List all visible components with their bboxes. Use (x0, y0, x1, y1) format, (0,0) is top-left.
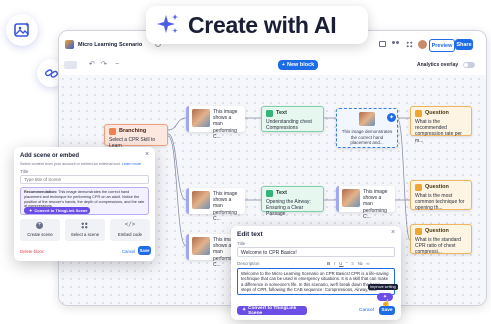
code-icon: </> (124, 221, 136, 228)
sparkle-icon (157, 14, 178, 33)
convert-scene-label: Convert to ThingLink Scene (34, 208, 88, 213)
text-card-title: Text (276, 110, 287, 116)
text-card-body: Understanding chest Compressions (266, 119, 312, 132)
add-scene-save-button[interactable]: Save (138, 246, 151, 255)
headline-banner: Create with AI (146, 6, 368, 44)
edit-title-label: Title (237, 241, 246, 246)
plus-circle-icon: + (36, 222, 43, 229)
branching-title: Branching (119, 128, 147, 134)
add-scene-title-label: Title (20, 169, 29, 174)
text-card-body: Opening the Airway: Ensuring a Clear Pas… (266, 199, 311, 218)
convert-sparkle-icon: ✦ (242, 308, 247, 313)
link-icon[interactable]: ∞ (366, 261, 370, 266)
edit-text-close-icon[interactable]: × (391, 229, 395, 236)
connector-10 (397, 119, 411, 241)
dashed-card-thumb (359, 112, 375, 126)
delete-block-link[interactable]: Delete block (20, 249, 44, 254)
image-card-text: This image shows a man performing C... (213, 191, 238, 222)
quote-icon[interactable]: “ (346, 261, 349, 266)
text-icon (266, 190, 273, 197)
image-thumbnail (192, 109, 210, 127)
connector-3 (167, 135, 187, 247)
image-card-text: This image shows a man performing C... (213, 109, 238, 140)
edit-title-input[interactable]: Welcome to CPR Basics! (237, 247, 395, 257)
text-icon (266, 110, 273, 117)
option-embed-code[interactable]: </> Embed code (110, 219, 150, 241)
option-label: Embed code (117, 232, 143, 237)
question-icon (415, 228, 422, 235)
convert-scene-button[interactable]: ✦ Convert to ThingLink Scene (24, 207, 90, 214)
description-textarea[interactable]: Welcome to the Micro Learning Scenario o… (237, 268, 395, 295)
recommendation-label: Recommendation: (24, 190, 58, 194)
question-title: Question (425, 110, 449, 116)
text-card-1[interactable]: Text Understanding chest Compressions (261, 106, 324, 132)
question-card-2[interactable]: Question What is the most common techniq… (410, 180, 472, 212)
ai-sparkle-badge[interactable]: ✦ (387, 113, 396, 122)
option-create-scene[interactable]: + Create scene (20, 219, 60, 241)
image-thumbnail (342, 189, 360, 207)
image-card-1[interactable]: This image shows a man performing C... (186, 106, 245, 140)
question-body: What is the recommended compression rate… (415, 119, 462, 144)
edit-text-panel: Edit text × Title Welcome to CPR Basics!… (231, 226, 401, 320)
list-icon[interactable]: ≡ (351, 261, 355, 266)
underline-icon[interactable]: U (339, 261, 344, 266)
format-toolbar: B I U “ ≡ № ∞ (327, 261, 371, 266)
branching-card[interactable]: Branching Select a CPR Skill to Learn (104, 124, 168, 149)
image-card-2[interactable]: This image shows a man performing C... (186, 188, 245, 222)
edit-convert-button[interactable]: ✦ Convert to ThingLink Scene (237, 305, 307, 316)
image-thumbnail (192, 237, 210, 255)
image-card-4[interactable]: This image shows a man performing C... (336, 186, 395, 220)
edit-convert-label: Convert to ThingLink Scene (248, 305, 297, 316)
convert-sparkle-icon: ✦ (29, 208, 33, 213)
question-body: What is the standard CPR ratio of chest … (415, 237, 461, 256)
option-label: Create scene (27, 232, 53, 237)
description-label: Description (237, 261, 260, 266)
option-label: Select a scene (70, 232, 100, 237)
edit-cancel-button[interactable]: Cancel (359, 308, 374, 313)
add-scene-subtitle: Select content from your account or embe… (20, 162, 150, 166)
image-card-text: This image shows a man performing C... (363, 189, 388, 220)
question-body: What is the most common technique for op… (415, 193, 465, 212)
dashed-card-text: This image demonstrates the correct hand… (341, 129, 393, 145)
option-select-scene[interactable]: Select a scene (65, 219, 105, 241)
question-title: Question (425, 228, 449, 234)
image-thumbnail (192, 191, 210, 209)
question-icon (415, 184, 422, 191)
question-icon (415, 110, 422, 117)
branch-icon (109, 128, 116, 135)
grid-icon (81, 222, 88, 229)
improve-writing-tooltip: Improve writing (368, 284, 398, 290)
scene-title-input[interactable] (20, 175, 149, 184)
text-card-2[interactable]: Text Opening the Airway: Ensuring a Clea… (261, 186, 324, 217)
ordered-list-icon[interactable]: № (358, 261, 364, 266)
headline-text: Create with AI (188, 11, 337, 38)
add-scene-title: Add scene or embed (20, 153, 80, 159)
edit-save-button[interactable]: Save (379, 306, 395, 315)
add-scene-close-icon[interactable]: × (145, 151, 149, 158)
add-scene-cancel-button[interactable]: Cancel (122, 249, 135, 254)
add-scene-subtitle-text: Select content from your account or embe… (20, 162, 121, 166)
italic-icon[interactable]: I (334, 261, 336, 266)
connector-1 (167, 117, 187, 131)
edit-text-title: Edit text (237, 231, 263, 238)
add-scene-panel: Add scene or embed × Select content from… (14, 147, 155, 261)
question-title: Question (425, 184, 449, 190)
bold-icon[interactable]: B (327, 261, 332, 266)
text-card-title: Text (276, 190, 287, 196)
question-card-3[interactable]: Question What is the standard CPR ratio … (410, 224, 472, 256)
learn-more-link[interactable]: Learn more (122, 162, 141, 166)
question-card-1[interactable]: Question What is the recommended compres… (410, 106, 472, 144)
